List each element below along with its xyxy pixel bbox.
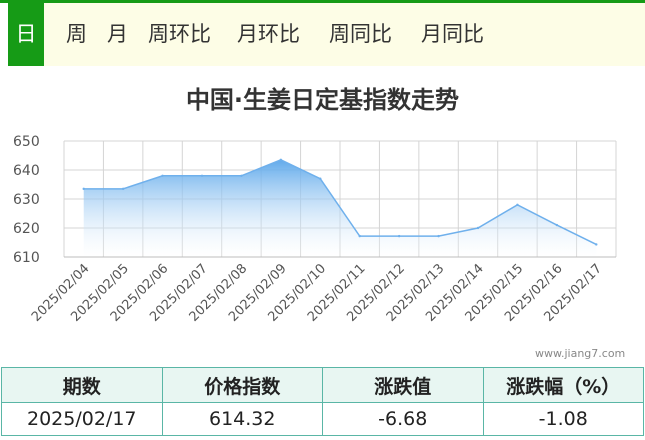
summary-value-row: 2025/02/17 614.32 -6.68 -1.08 [1,402,644,436]
y-tick-label: 610 [13,250,40,266]
header-change-percent: 涨跌幅（%） [482,367,644,403]
data-point [279,158,283,162]
y-tick-label: 630 [13,192,40,208]
data-point [121,187,125,191]
y-tick-label: 650 [13,134,40,150]
data-point [358,234,361,238]
data-point [516,203,519,206]
value-price-index: 614.32 [161,402,323,436]
value-change: -6.68 [322,402,484,436]
data-point [240,174,243,177]
index-trend-chart: 6106206306406502025/02/042025/02/052025/… [13,134,617,325]
data-point [397,234,401,238]
site-watermark: www.jiang7.com [535,347,626,360]
data-point [555,223,559,227]
summary-header-row: 期数 价格指数 涨跌值 涨跌幅（%） [1,367,644,403]
header-price-index: 价格指数 [161,367,323,403]
data-point [82,187,85,191]
data-point [437,234,440,238]
y-tick-label: 620 [13,221,40,237]
value-period: 2025/02/17 [1,402,163,436]
header-period: 期数 [1,367,163,403]
y-tick-label: 640 [13,163,40,179]
data-point [319,177,322,180]
header-change-value: 涨跌值 [322,367,484,403]
data-point [200,174,204,177]
data-point [476,226,480,230]
summary-table: 期数 价格指数 涨跌值 涨跌幅（%） 2025/02/17 614.32 -6.… [1,367,644,436]
value-change-percent: -1.08 [482,402,644,436]
data-point [161,174,164,177]
data-point [595,243,598,246]
